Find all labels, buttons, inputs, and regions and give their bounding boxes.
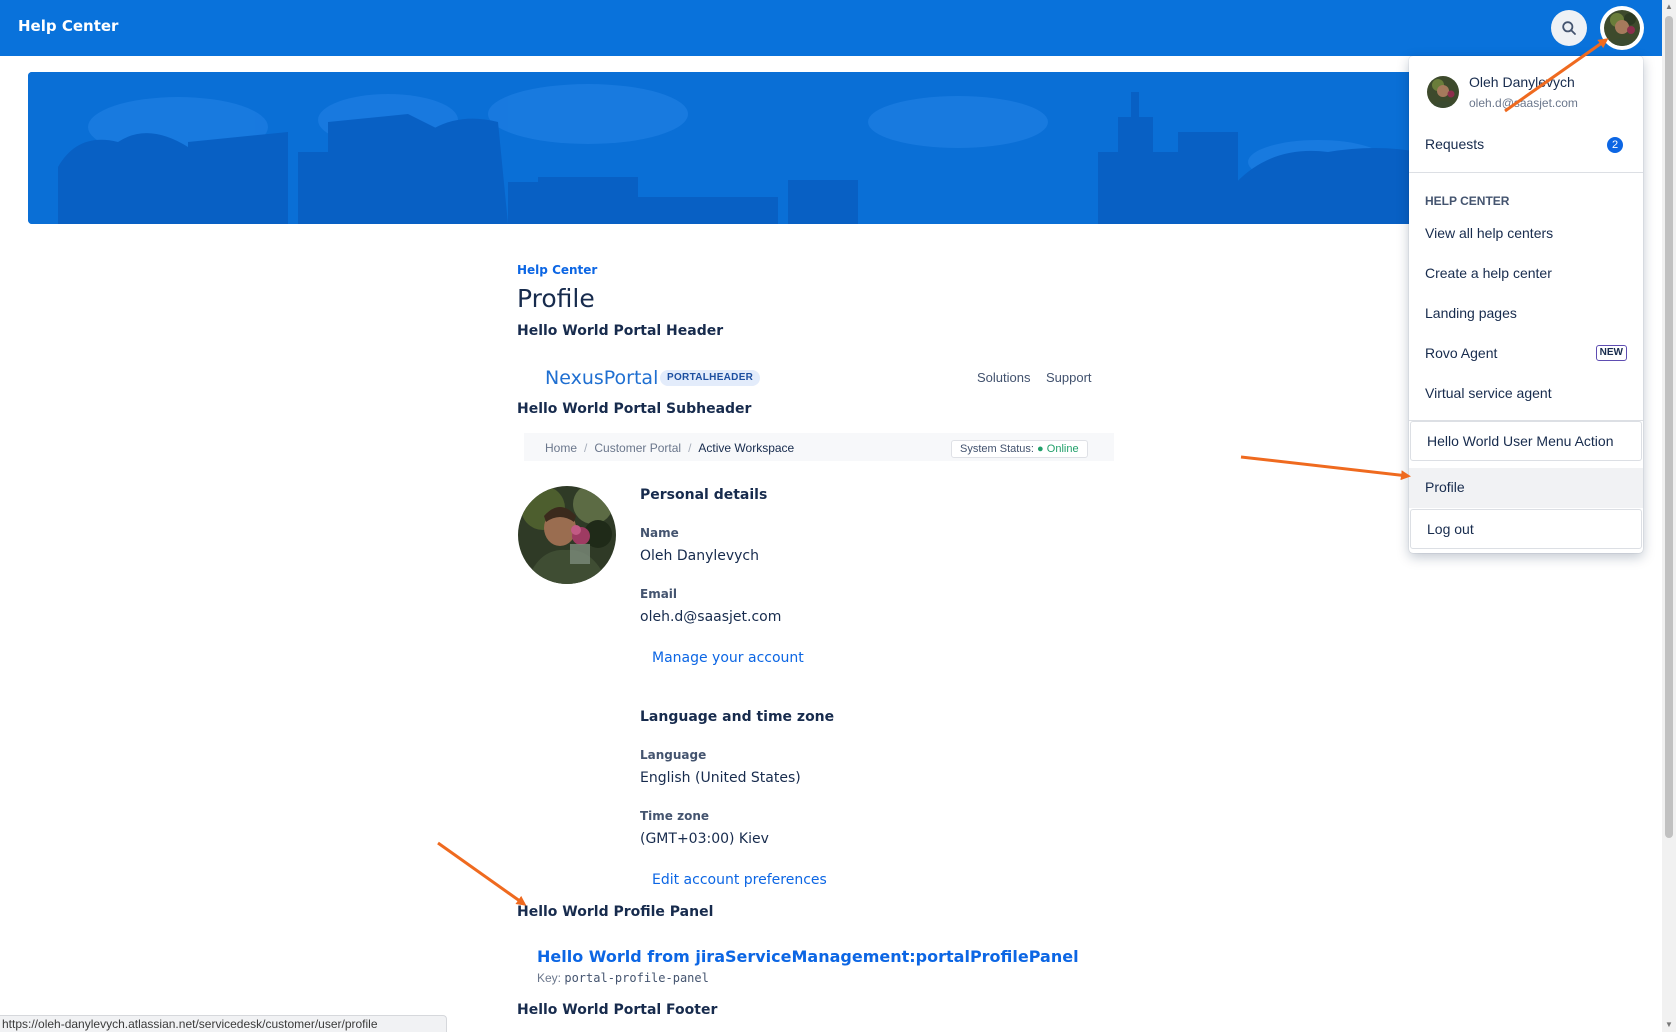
profile-panel-key-value: portal-profile-panel: [564, 971, 709, 985]
portal-subheader-bar: Home / Customer Portal / Active Workspace Sy…: [524, 433, 1114, 461]
search-icon: [1562, 21, 1576, 35]
user-menu-dropdown: Oleh Danylevych oleh.d@saasjet.com Reque…: [1409, 56, 1643, 553]
portal-subheader-heading: Hello World Portal Subheader: [517, 401, 752, 417]
user-menu-email: oleh.d@saasjet.com: [1469, 96, 1578, 110]
breadcrumb-customer-portal[interactable]: Customer Portal: [594, 441, 681, 455]
menu-item-label: Virtual service agent: [1425, 385, 1552, 401]
portal-header-badge: PORTALHEADER: [660, 370, 761, 386]
scroll-up-arrow-icon[interactable]: ▲: [1665, 3, 1673, 11]
profile-panel-key-label: Key:: [537, 971, 562, 985]
language-value: English (United States): [640, 770, 801, 786]
help-center-group-heading: HELP CENTER: [1425, 194, 1510, 208]
menu-item-virtual-service-agent[interactable]: Virtual service agent: [1409, 374, 1643, 414]
language-label: Language: [640, 748, 707, 762]
system-status-label: System Status:: [960, 443, 1034, 455]
menu-item-label: Rovo Agent: [1425, 345, 1498, 361]
timezone-label: Time zone: [640, 809, 710, 823]
scroll-down-arrow-icon[interactable]: ▼: [1665, 1021, 1673, 1029]
name-value: Oleh Danylevych: [640, 548, 760, 564]
profile-panel-key: Key: portal-profile-panel: [537, 971, 709, 985]
menu-item-landing-pages[interactable]: Landing pages: [1409, 294, 1643, 334]
menu-item-requests[interactable]: Requests 2: [1409, 125, 1643, 165]
new-badge: NEW: [1595, 345, 1627, 361]
page-scrollbar[interactable]: ▲ ▼: [1662, 0, 1676, 1032]
breadcrumb-home[interactable]: Home: [545, 441, 577, 455]
portal-breadcrumb: Home / Customer Portal / Active Workspace: [545, 441, 794, 455]
portal-nav-solutions[interactable]: Solutions: [977, 370, 1030, 385]
menu-item-hello-world-action[interactable]: Hello World User Menu Action: [1410, 421, 1642, 461]
requests-count-badge: 2: [1607, 137, 1623, 153]
name-label: Name: [640, 526, 679, 540]
user-menu-avatar: [1427, 76, 1459, 108]
system-status-badge: System Status: ● Online: [951, 440, 1088, 458]
email-value: oleh.d@saasjet.com: [640, 609, 782, 625]
user-menu-header: Oleh Danylevych oleh.d@saasjet.com: [1409, 56, 1643, 128]
annotation-arrow-panel: [437, 841, 527, 906]
status-online-dot-icon: ●: [1037, 443, 1044, 455]
menu-item-rovo-agent[interactable]: Rovo Agent NEW: [1409, 334, 1643, 374]
page-title: Profile: [517, 284, 595, 313]
annotation-arrow-profile: [1240, 455, 1411, 481]
profile-avatar: [518, 486, 616, 584]
top-navigation-bar: Help Center: [0, 0, 1662, 56]
hero-banner: [28, 72, 1438, 224]
help-center-brand-link[interactable]: Help Center: [18, 17, 118, 35]
edit-account-preferences-link[interactable]: Edit account preferences: [652, 872, 827, 888]
requests-label: Requests: [1425, 136, 1485, 152]
menu-item-label: Log out: [1427, 521, 1474, 537]
menu-item-label: View all help centers: [1425, 225, 1554, 241]
profile-panel-heading: Hello World Profile Panel: [517, 904, 714, 920]
menu-item-create-help-center[interactable]: Create a help center: [1409, 254, 1643, 294]
menu-item-label: Hello World User Menu Action: [1427, 433, 1614, 449]
menu-item-log-out[interactable]: Log out: [1410, 509, 1642, 549]
system-status-value: Online: [1046, 443, 1079, 455]
breadcrumb-help-center[interactable]: Help Center: [517, 263, 597, 277]
menu-item-label: Profile: [1425, 479, 1465, 495]
email-label: Email: [640, 587, 678, 601]
scrollbar-thumb[interactable]: [1665, 16, 1673, 838]
manage-account-link[interactable]: Manage your account: [652, 650, 804, 666]
search-button[interactable]: [1551, 10, 1587, 46]
breadcrumb-active-workspace: Active Workspace: [698, 441, 795, 455]
personal-details-heading: Personal details: [640, 487, 768, 503]
language-timezone-heading: Language and time zone: [640, 709, 835, 725]
timezone-value: (GMT+03:00) Kiev: [640, 831, 769, 847]
user-avatar-button[interactable]: [1600, 6, 1644, 50]
portal-nav-support[interactable]: Support: [1046, 370, 1092, 385]
portal-header-heading: Hello World Portal Header: [517, 323, 724, 339]
breadcrumb-separator: /: [688, 441, 692, 455]
browser-status-url: https://oleh-danylevych.atlassian.net/se…: [0, 1015, 447, 1032]
menu-item-view-all-help-centers[interactable]: View all help centers: [1409, 214, 1643, 254]
user-menu-name: Oleh Danylevych: [1469, 74, 1575, 90]
menu-item-label: Landing pages: [1425, 305, 1517, 321]
menu-item-profile[interactable]: Profile: [1409, 468, 1643, 508]
profile-panel-link[interactable]: Hello World from jiraServiceManagement:p…: [537, 947, 1079, 966]
user-avatar: [1604, 10, 1640, 46]
breadcrumb-separator: /: [584, 441, 588, 455]
portal-footer-heading: Hello World Portal Footer: [517, 1002, 718, 1018]
portal-logo[interactable]: NexusPortal: [545, 367, 658, 389]
menu-item-label: Create a help center: [1425, 265, 1552, 281]
menu-divider: [1409, 172, 1643, 173]
